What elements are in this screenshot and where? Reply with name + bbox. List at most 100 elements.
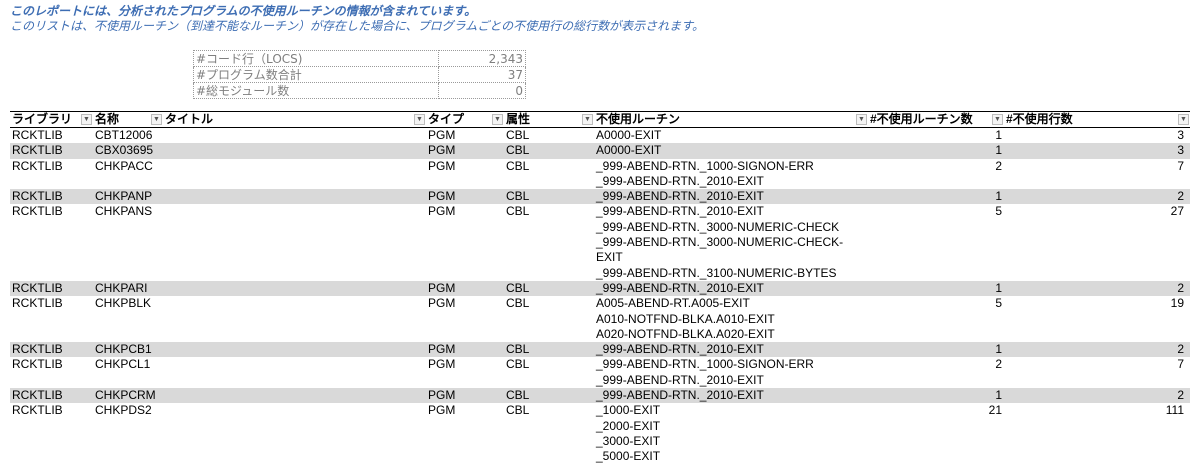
dropdown-filter-icon[interactable]: ▼ <box>81 114 92 125</box>
routines-cell: A005-ABEND-RT.A005-EXIT A010-NOTFND-BLKA.… <box>594 296 868 343</box>
title-cell <box>163 189 426 205</box>
library-cell: RCKTLIB <box>10 158 93 190</box>
attr-cell: CBL <box>504 357 594 389</box>
summary-value: 0 <box>438 82 526 99</box>
library-cell: RCKTLIB <box>10 403 93 465</box>
column-header-label: ライブラリ <box>12 112 73 126</box>
line-count-cell: 3 <box>1004 143 1190 159</box>
summary-label: #プログラム数合計 <box>193 66 439 83</box>
routine-name: _999-ABEND-RTN._2010-EXIT <box>596 372 764 387</box>
dropdown-filter-icon[interactable]: ▼ <box>856 114 867 125</box>
table-row: RCKTLIB CBT12006 PGM CBL A0000-EXIT 1 3 <box>10 127 1190 144</box>
routine-name: _999-ABEND-RTN._3000-NUMERIC-CHECK- <box>596 235 844 250</box>
name-cell: CHKPARI <box>93 280 163 297</box>
routine-name: _999-ABEND-RTN._1000-SIGNON-ERR <box>596 158 814 173</box>
dropdown-filter-icon[interactable]: ▼ <box>414 114 425 125</box>
library-cell: RCKTLIB <box>10 280 93 297</box>
type-cell: PGM <box>426 127 504 144</box>
line-count-cell: 7 <box>1004 158 1190 190</box>
column-header-label: 属性 <box>506 112 531 126</box>
line-count-cell: 7 <box>1004 357 1190 389</box>
name-cell: CHKPBLK <box>93 296 163 343</box>
column-header-label: #不使用ルーチン数 <box>870 112 973 126</box>
name-cell: CHKPANS <box>93 204 163 281</box>
title-cell <box>163 127 426 144</box>
summary-label: #コード行（LOCS) <box>193 50 439 67</box>
column-header-attr[interactable]: 属性 ▼ <box>504 111 594 128</box>
summary-value: 37 <box>438 66 526 83</box>
column-header-routine-count[interactable]: #不使用ルーチン数 ▼ <box>868 111 1004 128</box>
dropdown-filter-icon[interactable]: ▼ <box>1178 114 1189 125</box>
dropdown-filter-icon[interactable]: ▼ <box>151 114 162 125</box>
routine-name: _999-ABEND-RTN._2010-EXIT <box>596 173 764 188</box>
type-cell: PGM <box>426 158 504 190</box>
routines-cell: A0000-EXIT <box>594 143 868 159</box>
routines-cell: _999-ABEND-RTN._2010-EXIT <box>594 189 868 205</box>
column-header-name[interactable]: 名称 ▼ <box>93 111 163 128</box>
column-header-library[interactable]: ライブラリ ▼ <box>10 111 93 128</box>
attr-cell: CBL <box>504 403 594 465</box>
table-row: RCKTLIB CHKPCL1 PGM CBL _999-ABEND-RTN._1000… <box>10 357 1190 389</box>
routines-cell: _999-ABEND-RTN._2010-EXIT <box>594 388 868 404</box>
name-cell: CHKPANP <box>93 189 163 205</box>
table-row: RCKTLIB CHKPARI PGM CBL _999-ABEND-RTN._2010… <box>10 280 1190 297</box>
routine-name: _3000-EXIT <box>596 433 661 448</box>
title-cell <box>163 143 426 159</box>
name-cell: CBX03695 <box>93 143 163 159</box>
attr-cell: CBL <box>504 296 594 343</box>
summary-row: #総モジュール数 0 <box>193 82 526 99</box>
type-cell: PGM <box>426 296 504 343</box>
type-cell: PGM <box>426 143 504 159</box>
column-header-routines[interactable]: 不使用ルーチン ▼ <box>594 111 868 128</box>
table-row: RCKTLIB CBX03695 PGM CBL A0000-EXIT 1 3 <box>10 143 1190 159</box>
column-header-label: タイトル <box>165 112 214 126</box>
column-header-type[interactable]: タイプ ▼ <box>426 111 504 128</box>
routine-count-cell: 1 <box>868 189 1004 205</box>
attr-cell: CBL <box>504 342 594 358</box>
line-count-cell: 2 <box>1004 342 1190 358</box>
routine-count-cell: 2 <box>868 357 1004 389</box>
routine-name: A010-NOTFND-BLKA.A010-EXIT <box>596 311 775 326</box>
column-header-label: 名称 <box>95 112 120 126</box>
column-header-label: 不使用ルーチン <box>596 112 681 126</box>
table-row: RCKTLIB CHKPANS PGM CBL _999-ABEND-RTN._2010… <box>10 204 1190 281</box>
unused-routines-table: ライブラリ ▼ 名称 ▼ タイトル ▼ タイプ ▼ 属性 ▼ 不使用ルーチン ▼ #不使用ルーチン数 ▼ #… <box>10 111 1190 465</box>
routine-count-cell: 1 <box>868 342 1004 358</box>
dropdown-filter-icon[interactable]: ▼ <box>992 114 1003 125</box>
routine-name: A005-ABEND-RT.A005-EXIT <box>596 296 750 311</box>
dropdown-filter-icon[interactable]: ▼ <box>492 114 503 125</box>
title-cell <box>163 403 426 465</box>
routine-name: _999-ABEND-RTN._1000-SIGNON-ERR <box>596 357 814 372</box>
type-cell: PGM <box>426 189 504 205</box>
routine-name: A0000-EXIT <box>596 143 662 158</box>
routine-name: _999-ABEND-RTN._2010-EXIT <box>596 189 764 204</box>
attr-cell: CBL <box>504 158 594 190</box>
line-count-cell: 19 <box>1004 296 1190 343</box>
report-description: このレポートには、分析されたプログラムの不使用ルーチンの情報が含まれています。 <box>10 4 477 18</box>
routine-name: A0000-EXIT <box>596 128 662 142</box>
title-cell <box>163 357 426 389</box>
routine-count-cell: 1 <box>868 143 1004 159</box>
routine-name: _999-ABEND-RTN._2010-EXIT <box>596 280 764 295</box>
library-cell: RCKTLIB <box>10 127 93 144</box>
title-cell <box>163 204 426 281</box>
routines-cell: _999-ABEND-RTN._1000-SIGNON-ERR _999-ABEN… <box>594 357 868 389</box>
line-count-cell: 2 <box>1004 388 1190 404</box>
name-cell: CHKPCRM <box>93 388 163 404</box>
column-header-line-count[interactable]: #不使用行数 ▼ <box>1004 111 1190 128</box>
dropdown-filter-icon[interactable]: ▼ <box>582 114 593 125</box>
column-header-label: タイプ <box>428 112 465 126</box>
line-count-cell: 2 <box>1004 189 1190 205</box>
name-cell: CBT12006 <box>93 127 163 144</box>
library-cell: RCKTLIB <box>10 388 93 404</box>
column-header-title[interactable]: タイトル ▼ <box>163 111 426 128</box>
title-cell <box>163 296 426 343</box>
routine-count-cell: 5 <box>868 296 1004 343</box>
routines-cell: A0000-EXIT <box>594 127 868 144</box>
library-cell: RCKTLIB <box>10 204 93 281</box>
line-count-cell: 111 <box>1004 403 1190 465</box>
type-cell: PGM <box>426 388 504 404</box>
routines-cell: _999-ABEND-RTN._1000-SIGNON-ERR _999-ABEN… <box>594 158 868 190</box>
summary-table: #コード行（LOCS) 2,343 #プログラム数合計 37 #総モジュール数 0 <box>193 50 526 99</box>
header-row: ライブラリ ▼ 名称 ▼ タイトル ▼ タイプ ▼ 属性 ▼ 不使用ルーチン ▼ #不使用ルーチン数 ▼ #… <box>10 111 1190 128</box>
